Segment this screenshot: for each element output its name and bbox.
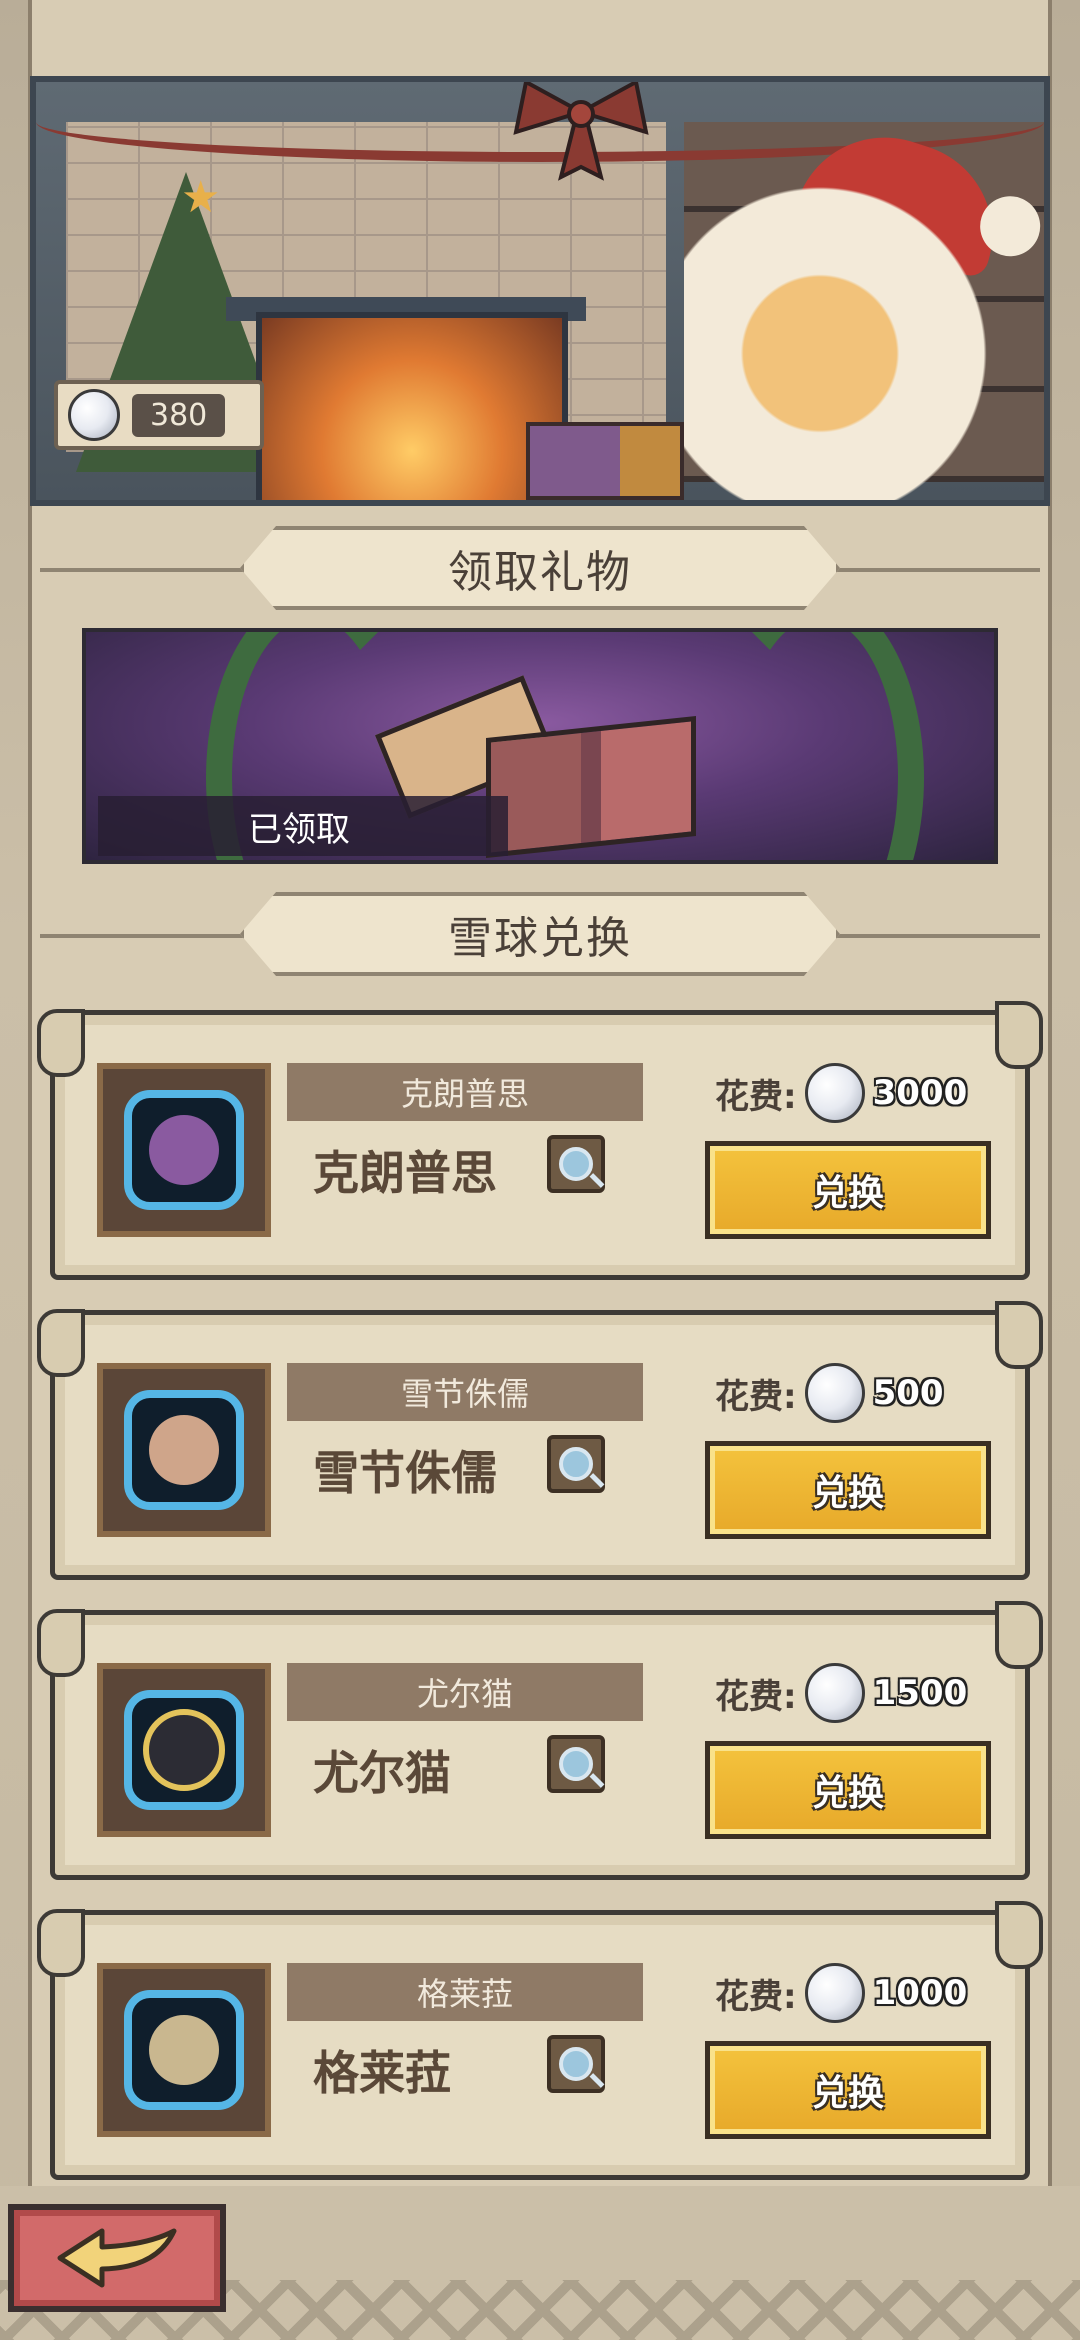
back-arrow-icon bbox=[57, 2228, 177, 2288]
ribbon-bow-icon bbox=[513, 82, 649, 181]
gnome-icon bbox=[149, 1415, 219, 1485]
character-emblem bbox=[124, 1690, 244, 1810]
star-icon: ★ bbox=[181, 172, 221, 223]
character-emblem bbox=[124, 1990, 244, 2110]
gift-boxes bbox=[526, 422, 684, 500]
snowball-icon bbox=[68, 389, 120, 441]
exchange-card: 尤尔猫 尤尔猫 花费: 1500 兑换 bbox=[37, 1601, 1043, 1880]
character-name: 雪节侏儒 bbox=[313, 1446, 497, 1500]
cost-label: 花费: bbox=[715, 1076, 797, 1117]
character-tag: 雪节侏儒 bbox=[287, 1363, 643, 1421]
cost-label: 花费: bbox=[715, 1376, 797, 1417]
snowball-balance: 380 bbox=[132, 393, 226, 437]
cost-label: 花费: bbox=[715, 1976, 797, 2017]
snowball-icon bbox=[804, 1063, 865, 1123]
claimed-status: 已领取 bbox=[98, 796, 508, 856]
exchange-button[interactable]: 兑换 bbox=[705, 1141, 991, 1239]
section-title-claim-gift: 领取礼物 bbox=[240, 526, 840, 610]
santa-character bbox=[684, 172, 1024, 500]
character-name: 格莱菈 bbox=[313, 2046, 451, 2100]
character-tag: 格莱菈 bbox=[287, 1963, 643, 2021]
exchange-card: 雪节侏儒 雪节侏儒 花费: 500 兑换 bbox=[37, 1301, 1043, 1580]
exchange-button[interactable]: 兑换 bbox=[705, 1741, 991, 1839]
character-portrait[interactable] bbox=[97, 1063, 271, 1237]
snowball-icon bbox=[804, 1663, 865, 1723]
cost-amount: 1500 bbox=[872, 1673, 968, 1713]
character-portrait[interactable] bbox=[97, 1363, 271, 1537]
wreath-right bbox=[712, 632, 924, 860]
cost: 花费: 1000 bbox=[715, 1961, 967, 2025]
gift-panel[interactable]: 已领取 bbox=[82, 628, 998, 864]
cost: 花费: 3000 bbox=[715, 1061, 967, 1125]
character-emblem bbox=[124, 1090, 244, 1210]
back-button[interactable] bbox=[8, 2204, 226, 2312]
gift-box-icon bbox=[486, 715, 696, 859]
character-emblem bbox=[124, 1390, 244, 1510]
cost-amount: 1000 bbox=[872, 1973, 968, 2013]
snowball-counter: 380 bbox=[54, 380, 264, 450]
cost: 花费: 1500 bbox=[715, 1661, 967, 1725]
section-title-snow-exchange: 雪球兑换 bbox=[240, 892, 840, 976]
cost-amount: 3000 bbox=[872, 1073, 968, 1113]
krampus-icon bbox=[149, 1115, 219, 1185]
character-portrait[interactable] bbox=[97, 1663, 271, 1837]
exchange-card: 克朗普思 克朗普思 花费: 3000 兑换 bbox=[37, 1001, 1043, 1280]
cost: 花费: 500 bbox=[715, 1361, 944, 1425]
character-tag: 克朗普思 bbox=[287, 1063, 643, 1121]
snowball-icon bbox=[804, 1363, 865, 1423]
fireplace bbox=[256, 312, 568, 500]
cost-label: 花费: bbox=[715, 1676, 797, 1717]
exchange-button[interactable]: 兑换 bbox=[705, 1441, 991, 1539]
gryla-icon bbox=[149, 2015, 219, 2085]
character-name: 克朗普思 bbox=[313, 1146, 497, 1200]
magnifier-icon[interactable] bbox=[547, 1435, 605, 1493]
character-tag: 尤尔猫 bbox=[287, 1663, 643, 1721]
magnifier-icon[interactable] bbox=[547, 2035, 605, 2093]
snowball-icon bbox=[804, 1963, 865, 2023]
exchange-button[interactable]: 兑换 bbox=[705, 2041, 991, 2139]
character-portrait[interactable] bbox=[97, 1963, 271, 2137]
character-name: 尤尔猫 bbox=[313, 1746, 451, 1800]
yule-cat-icon bbox=[143, 1709, 225, 1791]
cost-amount: 500 bbox=[872, 1373, 944, 1413]
magnifier-icon[interactable] bbox=[547, 1135, 605, 1193]
exchange-card: 格莱菈 格莱菈 花费: 1000 兑换 bbox=[37, 1901, 1043, 2180]
magnifier-icon[interactable] bbox=[547, 1735, 605, 1793]
